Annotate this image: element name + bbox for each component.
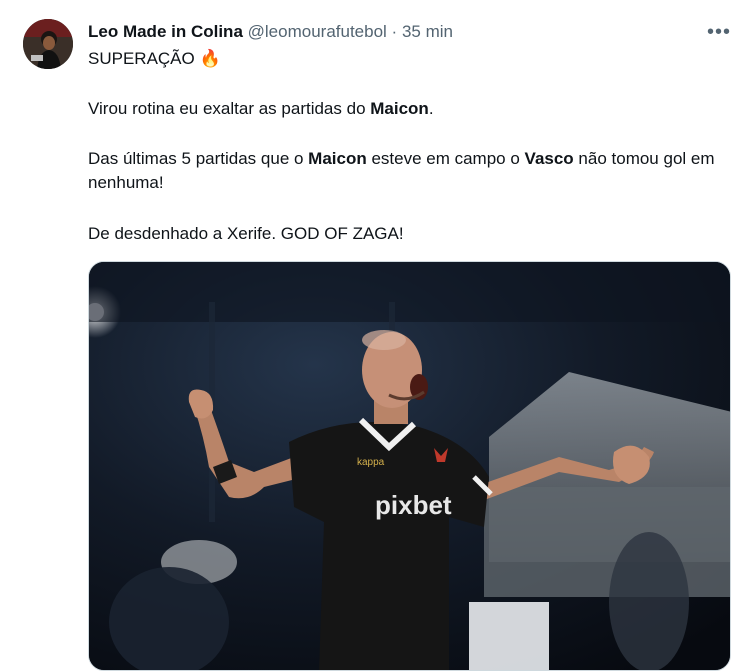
line2-text: Virou rotina eu exaltar as partidas do bbox=[88, 99, 371, 118]
tweet-media-photo[interactable]: pixbet kappa bbox=[88, 261, 731, 671]
tweet-line-4: De desdenhado a Xerife. GOD OF ZAGA! bbox=[88, 224, 404, 243]
jersey-sponsor: pixbet bbox=[375, 490, 452, 520]
avatar-image bbox=[23, 19, 73, 69]
player-celebration-photo: pixbet kappa bbox=[89, 262, 730, 670]
tweet-card[interactable]: Leo Made in Colina @leomourafutebol · 35… bbox=[0, 0, 751, 671]
display-name[interactable]: Leo Made in Colina bbox=[88, 22, 243, 41]
line3-bold-1: Maicon bbox=[308, 149, 367, 168]
line3-text-b: esteve em campo o bbox=[366, 149, 525, 168]
line2-bold: Maicon bbox=[370, 99, 429, 118]
tweet-line-2: Virou rotina eu exaltar as partidas do M… bbox=[88, 97, 434, 121]
tweet-line-3: Das últimas 5 partidas que o Maicon este… bbox=[88, 147, 738, 195]
more-horizontal-icon[interactable]: ••• bbox=[705, 18, 733, 46]
line3-bold-2: Vasco bbox=[524, 149, 574, 168]
jersey-brand: kappa bbox=[357, 457, 385, 468]
avatar[interactable] bbox=[23, 19, 73, 69]
line2-suffix: . bbox=[428, 99, 434, 118]
tweet-line-title: SUPERAÇÃO 🔥 bbox=[88, 47, 221, 71]
line3-text-a: Das últimas 5 partidas que o bbox=[88, 149, 309, 168]
tweet-header: Leo Made in Colina @leomourafutebol · 35… bbox=[88, 20, 691, 44]
separator-dot: · bbox=[391, 22, 398, 41]
title-text: SUPERAÇÃO bbox=[88, 49, 195, 68]
fire-icon: 🔥 bbox=[199, 49, 221, 68]
user-handle[interactable]: @leomourafutebol bbox=[248, 22, 387, 41]
timestamp[interactable]: 35 min bbox=[402, 22, 453, 41]
